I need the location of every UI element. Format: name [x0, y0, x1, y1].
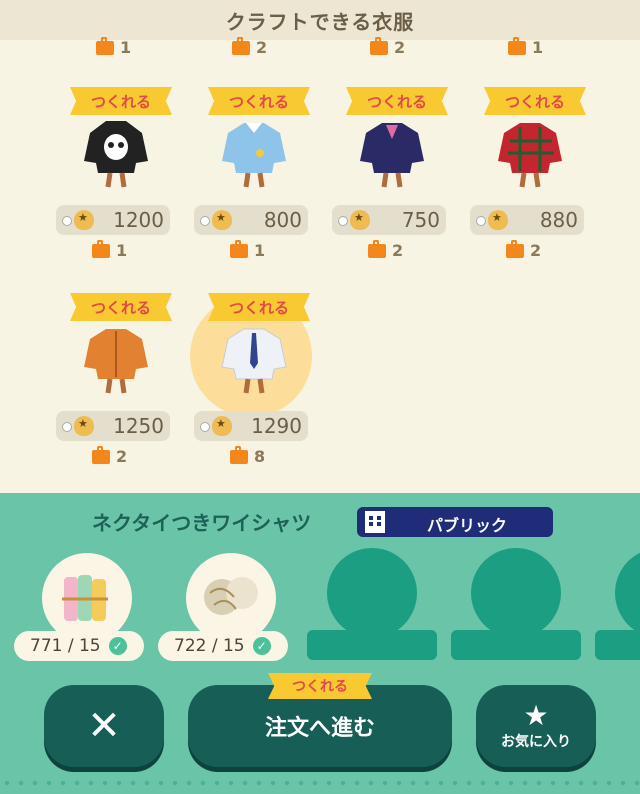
clothing-item[interactable]: つくれる 1250 2 [56, 293, 196, 483]
craftable-tag: つくれる [208, 293, 310, 321]
page-title: クラフトできる衣服 [0, 0, 640, 40]
bell-bag-icon [74, 210, 94, 230]
price-tag: 800 [194, 205, 308, 235]
clothing-item[interactable]: つくれる 880 2 [470, 87, 610, 277]
tartan-jacket-icon [498, 123, 562, 188]
toolbox-icon [92, 445, 110, 464]
empty-material-slot [307, 548, 437, 663]
toolbox-icon [230, 445, 248, 464]
craft-count: 1 [92, 239, 127, 260]
toolbox-icon [96, 36, 114, 55]
craft-count: 1 [508, 36, 543, 57]
fabric-rolls-icon [62, 575, 108, 621]
tie-shirt-icon [221, 328, 287, 394]
craft-count: 2 [370, 36, 405, 57]
radio-dot-icon [62, 216, 72, 226]
clothing-item[interactable]: つくれる 1200 1 [56, 87, 196, 277]
radio-dot-icon [338, 216, 348, 226]
wool-yarn-icon [204, 577, 258, 615]
clothing-item-selected[interactable]: つくれる 1290 8 [194, 293, 334, 483]
blue-smock-icon [222, 123, 286, 188]
empty-material-slot [595, 548, 640, 663]
bell-bag-icon [350, 210, 370, 230]
clothing-item[interactable]: つくれる 800 1 [194, 87, 334, 277]
toolbox-icon [370, 36, 388, 55]
bell-bag-icon [488, 210, 508, 230]
empty-material-slot [451, 548, 581, 663]
craft-count: 8 [230, 445, 265, 466]
radio-dot-icon [200, 216, 210, 226]
clothing-item[interactable]: つくれる 750 2 [332, 87, 472, 277]
price-tag: 1250 [56, 411, 170, 441]
craft-count: 1 [96, 36, 131, 57]
toolbox-icon [230, 239, 248, 258]
check-icon: ✓ [108, 637, 127, 655]
craftable-tag: つくれる [268, 673, 372, 699]
craftable-tag: つくれる [346, 87, 448, 115]
building-icon [365, 511, 385, 533]
price-tag: 1290 [194, 411, 308, 441]
bell-bag-icon [212, 210, 232, 230]
favorite-button[interactable]: ★ お気に入り [476, 685, 596, 767]
visibility-badge: パブリック [357, 507, 553, 537]
craftable-tag: つくれる [208, 87, 310, 115]
radio-dot-icon [62, 422, 72, 432]
material-slot: 722 / 15 ✓ [158, 553, 308, 663]
craftable-tag: つくれる [484, 87, 586, 115]
selected-item-title: ネクタイつきワイシャツ [92, 511, 312, 535]
craft-count: 2 [232, 36, 267, 57]
material-slot: 771 / 15 ✓ [14, 553, 164, 663]
top-count-row: 1 2 2 1 [0, 36, 640, 58]
price-tag: 1200 [56, 205, 170, 235]
craft-count: 2 [92, 445, 127, 466]
craft-count: 1 [230, 239, 265, 260]
craft-count: 2 [506, 239, 541, 260]
skull-hoodie-icon [84, 121, 148, 188]
bell-bag-icon [212, 416, 232, 436]
craftable-tag: つくれる [70, 293, 172, 321]
craftable-tag: つくれる [70, 87, 172, 115]
radio-dot-icon [200, 422, 210, 432]
check-icon: ✓ [252, 637, 271, 655]
close-button[interactable]: ✕ [44, 685, 164, 767]
toolbox-icon [506, 239, 524, 258]
navy-uniform-icon [360, 123, 424, 188]
price-tag: 880 [470, 205, 584, 235]
bell-bag-icon [74, 416, 94, 436]
craft-count: 2 [368, 239, 403, 260]
price-tag: 750 [332, 205, 446, 235]
decorative-dots [0, 778, 640, 788]
radio-dot-icon [476, 216, 486, 226]
toolbox-icon [232, 36, 250, 55]
toolbox-icon [92, 239, 110, 258]
orange-jacket-icon [84, 329, 148, 394]
toolbox-icon [508, 36, 526, 55]
toolbox-icon [368, 239, 386, 258]
star-icon: ★ [523, 699, 549, 732]
